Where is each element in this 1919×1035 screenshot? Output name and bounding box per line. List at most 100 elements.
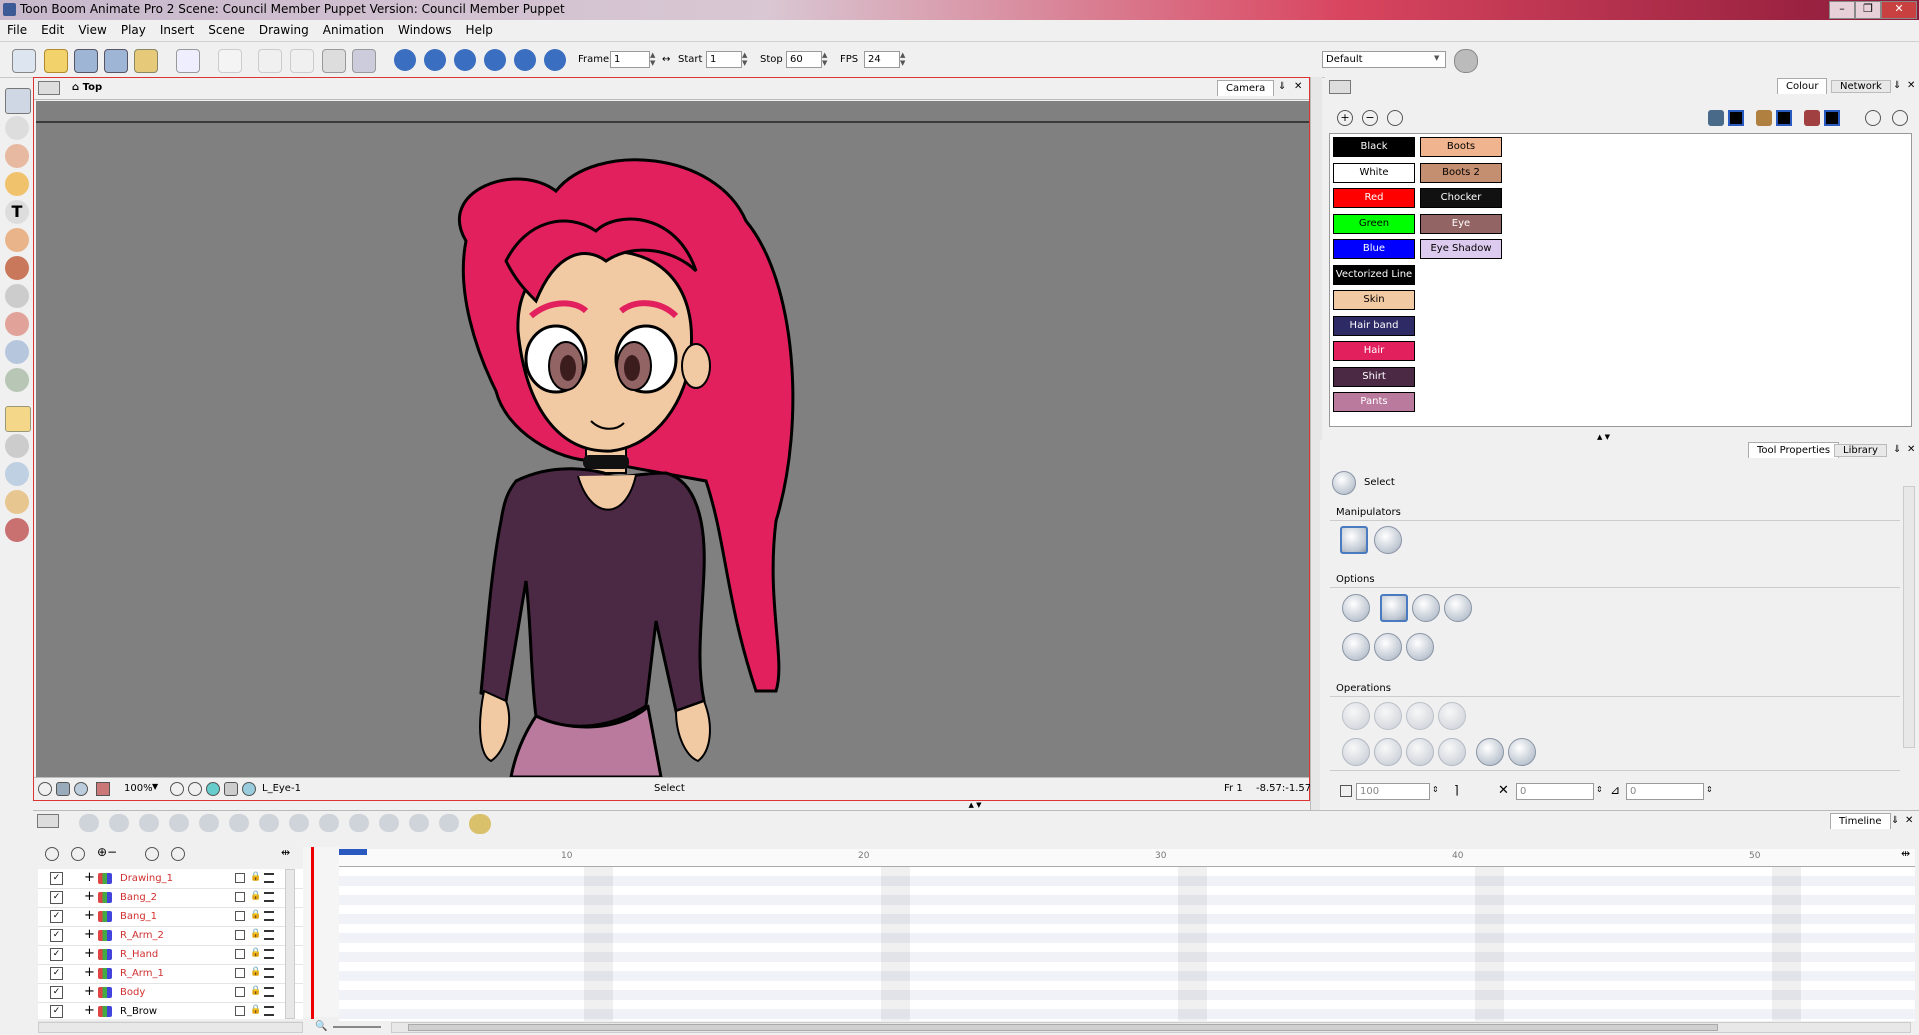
colour-swatch-hair[interactable]: Hair bbox=[1333, 341, 1415, 361]
lock-icon[interactable]: 🔒 bbox=[250, 986, 261, 996]
menu-help[interactable]: Help bbox=[459, 20, 500, 37]
stop-render-icon[interactable] bbox=[544, 49, 566, 71]
apply-all-icon[interactable] bbox=[1342, 633, 1370, 661]
mark-drawing-icon[interactable] bbox=[349, 814, 369, 832]
keyframe-mode-icon[interactable] bbox=[409, 814, 429, 832]
panel-options-icon[interactable]: ⇓ bbox=[1893, 80, 1901, 91]
chevron-down-icon[interactable]: ▼ bbox=[152, 782, 158, 791]
scroll-thumb[interactable] bbox=[408, 1024, 1718, 1031]
ease-curve-icon[interactable] bbox=[439, 814, 459, 832]
layer-stack-icon[interactable] bbox=[264, 892, 274, 902]
layer-colour-icon[interactable] bbox=[235, 873, 245, 883]
tab-timeline[interactable]: Timeline bbox=[1830, 813, 1891, 829]
layer-colour-icon[interactable] bbox=[235, 892, 245, 902]
layer-visible-checkbox[interactable]: ✓ bbox=[50, 967, 63, 980]
colour-icon[interactable] bbox=[206, 782, 220, 796]
colour-swatch-green[interactable]: Green bbox=[1333, 213, 1415, 234]
view-menu-icon[interactable] bbox=[1329, 80, 1351, 94]
sound-scrub-icon[interactable] bbox=[484, 49, 506, 71]
expand-layer-icon[interactable]: + bbox=[84, 889, 95, 904]
lock-icon[interactable]: 🔒 bbox=[250, 967, 261, 977]
create-template-icon[interactable] bbox=[1438, 738, 1466, 766]
line-tool-icon[interactable] bbox=[5, 284, 29, 308]
layer-colour-icon[interactable] bbox=[235, 1006, 245, 1016]
expand-icon[interactable]: ⇹ bbox=[1901, 847, 1910, 860]
dropper-icon[interactable] bbox=[5, 312, 29, 336]
menu-view[interactable]: View bbox=[71, 20, 113, 37]
select-tool-icon[interactable] bbox=[5, 88, 31, 114]
timeline-hscrollbar[interactable] bbox=[391, 1022, 1911, 1033]
stop-motion-icon[interactable] bbox=[229, 814, 249, 832]
lock-icon[interactable]: 🔒 bbox=[250, 1005, 261, 1015]
expand-layer-icon[interactable]: + bbox=[84, 908, 95, 923]
close-button[interactable]: ✕ bbox=[1881, 1, 1917, 19]
layer-row[interactable]: ✓ + R_Brow 🔒 bbox=[38, 1002, 303, 1022]
render-view-icon[interactable] bbox=[96, 782, 110, 796]
cut-icon[interactable] bbox=[258, 49, 282, 73]
menu-windows[interactable]: Windows bbox=[391, 20, 459, 37]
expand-layer-icon[interactable]: + bbox=[84, 946, 95, 961]
y-spinner[interactable]: ⇕ bbox=[1706, 785, 1713, 794]
layer-colour-icon[interactable] bbox=[235, 968, 245, 978]
layer-visible-checkbox[interactable]: ✓ bbox=[50, 872, 63, 885]
maximize-button[interactable]: ❐ bbox=[1855, 1, 1881, 19]
colour-swatch-red[interactable]: Red bbox=[1333, 188, 1415, 208]
snap-align-icon[interactable] bbox=[1444, 594, 1472, 622]
undo-icon[interactable] bbox=[176, 49, 200, 73]
permanent-selection-icon[interactable] bbox=[1406, 633, 1434, 661]
new-scene-icon[interactable] bbox=[12, 49, 36, 73]
panel-options-icon[interactable]: ⇓ bbox=[1891, 815, 1899, 826]
zoom-tool-icon[interactable] bbox=[5, 518, 29, 542]
spline-offset-icon[interactable] bbox=[5, 490, 29, 514]
colour-swatch-white[interactable]: White bbox=[1333, 162, 1415, 183]
fill-colour-swatch[interactable] bbox=[1776, 110, 1792, 126]
lock-icon[interactable]: 🔒 bbox=[250, 872, 261, 882]
add-keyframe-icon[interactable] bbox=[139, 814, 159, 832]
menu-scene[interactable]: Scene bbox=[201, 20, 252, 37]
layer-stack-icon[interactable] bbox=[264, 1006, 274, 1016]
select-manipulator-icon[interactable] bbox=[1340, 526, 1368, 554]
layer-stack-icon[interactable] bbox=[264, 911, 274, 921]
smooth-icon[interactable] bbox=[5, 340, 29, 364]
x-input[interactable]: 0 bbox=[1516, 783, 1594, 800]
layer-hscrollbar[interactable] bbox=[38, 1022, 303, 1033]
colour-swatch-chocker[interactable]: Chocker bbox=[1420, 188, 1502, 208]
rotate-ccw-icon[interactable] bbox=[1406, 702, 1434, 730]
paint-bucket-icon[interactable] bbox=[1756, 110, 1772, 126]
menu-file[interactable]: File bbox=[0, 20, 34, 37]
create-key-icon[interactable] bbox=[1374, 633, 1402, 661]
workspace-select[interactable]: Default bbox=[1322, 51, 1446, 68]
tab-tool-properties[interactable]: Tool Properties bbox=[1748, 442, 1840, 458]
text-tool-icon[interactable]: T bbox=[5, 200, 29, 224]
layer-scrollbar[interactable] bbox=[285, 869, 295, 1019]
width-spinner[interactable]: ⇕ bbox=[1432, 785, 1439, 794]
expand-icon[interactable]: ⇹ bbox=[281, 846, 290, 859]
layer-row[interactable]: ✓ + Body 🔒 bbox=[38, 983, 303, 1003]
zoom-icon[interactable]: 🔍 bbox=[315, 1021, 327, 1032]
sound-icon[interactable] bbox=[454, 49, 476, 71]
expand-layer-icon[interactable]: + bbox=[84, 984, 95, 999]
expand-layer-icon[interactable]: + bbox=[84, 927, 95, 942]
colour-swatch-pants[interactable]: Pants bbox=[1333, 392, 1415, 412]
fps-input[interactable]: 24 bbox=[864, 51, 900, 68]
smooth-op-icon[interactable] bbox=[1342, 738, 1370, 766]
lasso-option-icon[interactable] bbox=[1342, 594, 1370, 622]
save-icon[interactable] bbox=[74, 49, 98, 73]
flip-vertical-icon[interactable] bbox=[1374, 702, 1402, 730]
remove-colour-icon[interactable]: − bbox=[1362, 110, 1378, 126]
lock-layers-icon[interactable] bbox=[71, 847, 85, 861]
width-input[interactable]: 100 bbox=[1356, 783, 1430, 800]
character-drawing[interactable] bbox=[36, 101, 1309, 777]
layer-name[interactable]: R_Arm_2 bbox=[120, 930, 164, 941]
link-icon[interactable] bbox=[1865, 110, 1881, 126]
save-version-icon[interactable] bbox=[134, 49, 158, 73]
layer-name[interactable]: R_Arm_1 bbox=[120, 968, 164, 979]
menu-insert[interactable]: Insert bbox=[153, 20, 201, 37]
store-pose-icon[interactable] bbox=[1476, 738, 1504, 766]
layer-row[interactable]: ✓ + Bang_2 🔒 bbox=[38, 888, 303, 908]
colour-swatch-skin[interactable]: Skin bbox=[1333, 290, 1415, 310]
zoom-slider[interactable] bbox=[333, 1026, 381, 1028]
layer-row[interactable]: ✓ + R_Arm_1 🔒 bbox=[38, 964, 303, 984]
motion-keyframe-icon[interactable] bbox=[199, 814, 219, 832]
camera-tool-icon[interactable] bbox=[5, 462, 29, 486]
